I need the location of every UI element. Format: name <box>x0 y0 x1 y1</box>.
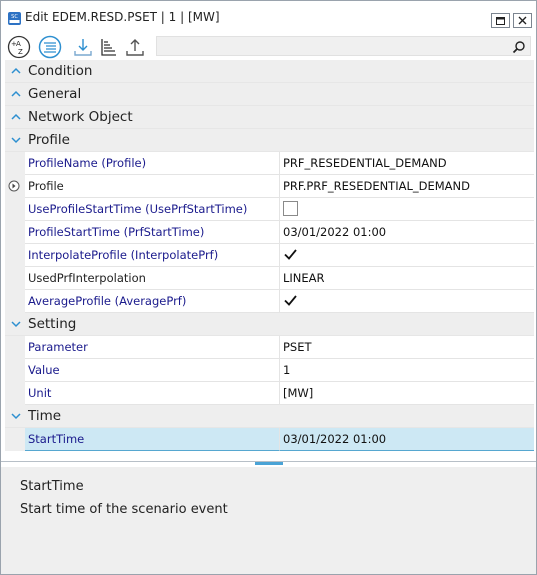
chevron-down-icon[interactable] <box>10 319 22 329</box>
property-value-field[interactable]: PRF_RESEDENTIAL_DEMAND <box>280 152 534 175</box>
description-title: StartTime <box>20 479 84 494</box>
magnifier-icon[interactable] <box>512 39 526 58</box>
property-row-average-profile[interactable]: AverageProfile (AveragePrf) <box>5 290 534 313</box>
property-row-profile-name[interactable]: ProfileName (Profile) PRF_RESEDENTIAL_DE… <box>5 152 534 175</box>
category-profile[interactable]: Profile <box>5 129 534 152</box>
property-value-field[interactable]: PRF.PRF_RESEDENTIAL_DEMAND <box>280 175 534 198</box>
sort-alphabetical-button[interactable]: A Z + <box>7 35 31 59</box>
property-name: ProfileStartTime (PrfStartTime) <box>28 225 205 239</box>
import-button[interactable] <box>71 35 95 59</box>
property-row-profile[interactable]: Profile PRF.PRF_RESEDENTIAL_DEMAND <box>5 175 534 198</box>
category-label: Time <box>28 408 62 424</box>
svg-text:+: + <box>11 40 17 48</box>
property-value-field[interactable]: 03/01/2022 01:00 <box>280 221 534 244</box>
sort-alphabetical-icon: A Z + <box>7 35 31 59</box>
property-value-field[interactable]: [MW] <box>280 382 534 405</box>
property-name: Parameter <box>28 340 88 354</box>
sort-by-level-icon <box>101 39 116 56</box>
property-value-field[interactable]: 03/01/2022 01:00 <box>280 428 534 451</box>
interpolate-profile-checkbox[interactable] <box>283 247 298 262</box>
sort-by-level-button[interactable] <box>97 35 121 59</box>
property-name: Profile <box>28 179 64 193</box>
property-row-parameter[interactable]: Parameter PSET <box>5 336 534 359</box>
property-row-value[interactable]: Value 1 <box>5 359 534 382</box>
property-value: 1 <box>283 363 291 377</box>
property-value-field[interactable]: LINEAR <box>280 267 534 290</box>
property-name: Unit <box>28 386 52 400</box>
property-name: UsedPrfInterpolation <box>28 271 146 285</box>
categorized-view-button[interactable] <box>38 35 62 59</box>
chevron-up-icon[interactable] <box>10 66 22 76</box>
chevron-down-icon[interactable] <box>10 411 22 421</box>
category-label: Condition <box>28 63 93 79</box>
property-row-interpolate-profile[interactable]: InterpolateProfile (InterpolatePrf) <box>5 244 534 267</box>
property-row-unit[interactable]: Unit [MW] <box>5 382 534 405</box>
svg-text:Z: Z <box>18 48 23 56</box>
category-label: General <box>28 86 82 102</box>
property-name: InterpolateProfile (InterpolatePrf) <box>28 248 219 262</box>
property-row-use-profile-start-time[interactable]: UseProfileStartTime (UsePrfStartTime) <box>5 198 534 221</box>
property-grid: Condition General Network Object Profile… <box>5 60 534 451</box>
property-row-start-time[interactable]: StartTime 03/01/2022 01:00 <box>5 428 534 451</box>
category-label: Network Object <box>28 109 133 125</box>
property-row-profile-start-time[interactable]: ProfileStartTime (PrfStartTime) 03/01/20… <box>5 221 534 244</box>
search-input[interactable] <box>156 36 531 56</box>
property-value: PRF_RESEDENTIAL_DEMAND <box>283 156 447 170</box>
property-value: LINEAR <box>283 271 325 285</box>
category-general[interactable]: General <box>5 83 534 106</box>
navigate-arrow-icon[interactable] <box>8 180 20 192</box>
category-label: Setting <box>28 316 77 332</box>
export-icon <box>126 39 144 56</box>
property-value: 03/01/2022 01:00 <box>283 225 387 239</box>
property-name: UseProfileStartTime (UsePrfStartTime) <box>28 202 248 216</box>
property-name: AverageProfile (AveragePrf) <box>28 294 187 308</box>
property-value: PSET <box>283 340 312 354</box>
app-icon: SC <box>8 10 21 25</box>
category-network-object[interactable]: Network Object <box>5 106 534 129</box>
property-value: PRF.PRF_RESEDENTIAL_DEMAND <box>283 179 470 193</box>
property-value: [MW] <box>283 386 314 400</box>
category-condition[interactable]: Condition <box>5 60 534 83</box>
property-value-field[interactable]: PSET <box>280 336 534 359</box>
property-editor-window: SC Edit EDEM.RESD.PSET | 1 | [MW] A Z + <box>0 0 537 575</box>
category-setting[interactable]: Setting <box>5 313 534 336</box>
toolbar: A Z + <box>1 33 536 60</box>
chevron-up-icon[interactable] <box>10 89 22 99</box>
property-value-field[interactable]: 1 <box>280 359 534 382</box>
property-name: Value <box>28 363 60 377</box>
property-name: StartTime <box>28 432 85 446</box>
description-panel: StartTime Start time of the scenario eve… <box>1 467 536 574</box>
property-row-used-prf-interpolation[interactable]: UsedPrfInterpolation LINEAR <box>5 267 534 290</box>
close-button[interactable] <box>513 13 532 28</box>
svg-text:SC: SC <box>11 14 18 20</box>
import-icon <box>74 39 92 56</box>
average-profile-checkbox[interactable] <box>283 293 298 308</box>
maximize-button[interactable] <box>491 13 510 28</box>
chevron-up-icon[interactable] <box>10 112 22 122</box>
property-value: 03/01/2022 01:00 <box>283 432 387 446</box>
description-text: Start time of the scenario event <box>20 502 228 517</box>
chevron-down-icon[interactable] <box>10 135 22 145</box>
splitter-grip[interactable] <box>255 462 283 465</box>
property-name: ProfileName (Profile) <box>28 156 147 170</box>
maximize-icon <box>496 16 505 25</box>
close-icon <box>518 16 527 25</box>
title-bar: SC Edit EDEM.RESD.PSET | 1 | [MW] <box>1 1 536 33</box>
category-label: Profile <box>28 132 70 148</box>
use-profile-start-time-checkbox[interactable] <box>283 201 298 216</box>
categorized-view-icon <box>38 35 62 59</box>
window-title: Edit EDEM.RESD.PSET | 1 | [MW] <box>25 10 220 24</box>
export-button[interactable] <box>123 35 147 59</box>
category-time[interactable]: Time <box>5 405 534 428</box>
